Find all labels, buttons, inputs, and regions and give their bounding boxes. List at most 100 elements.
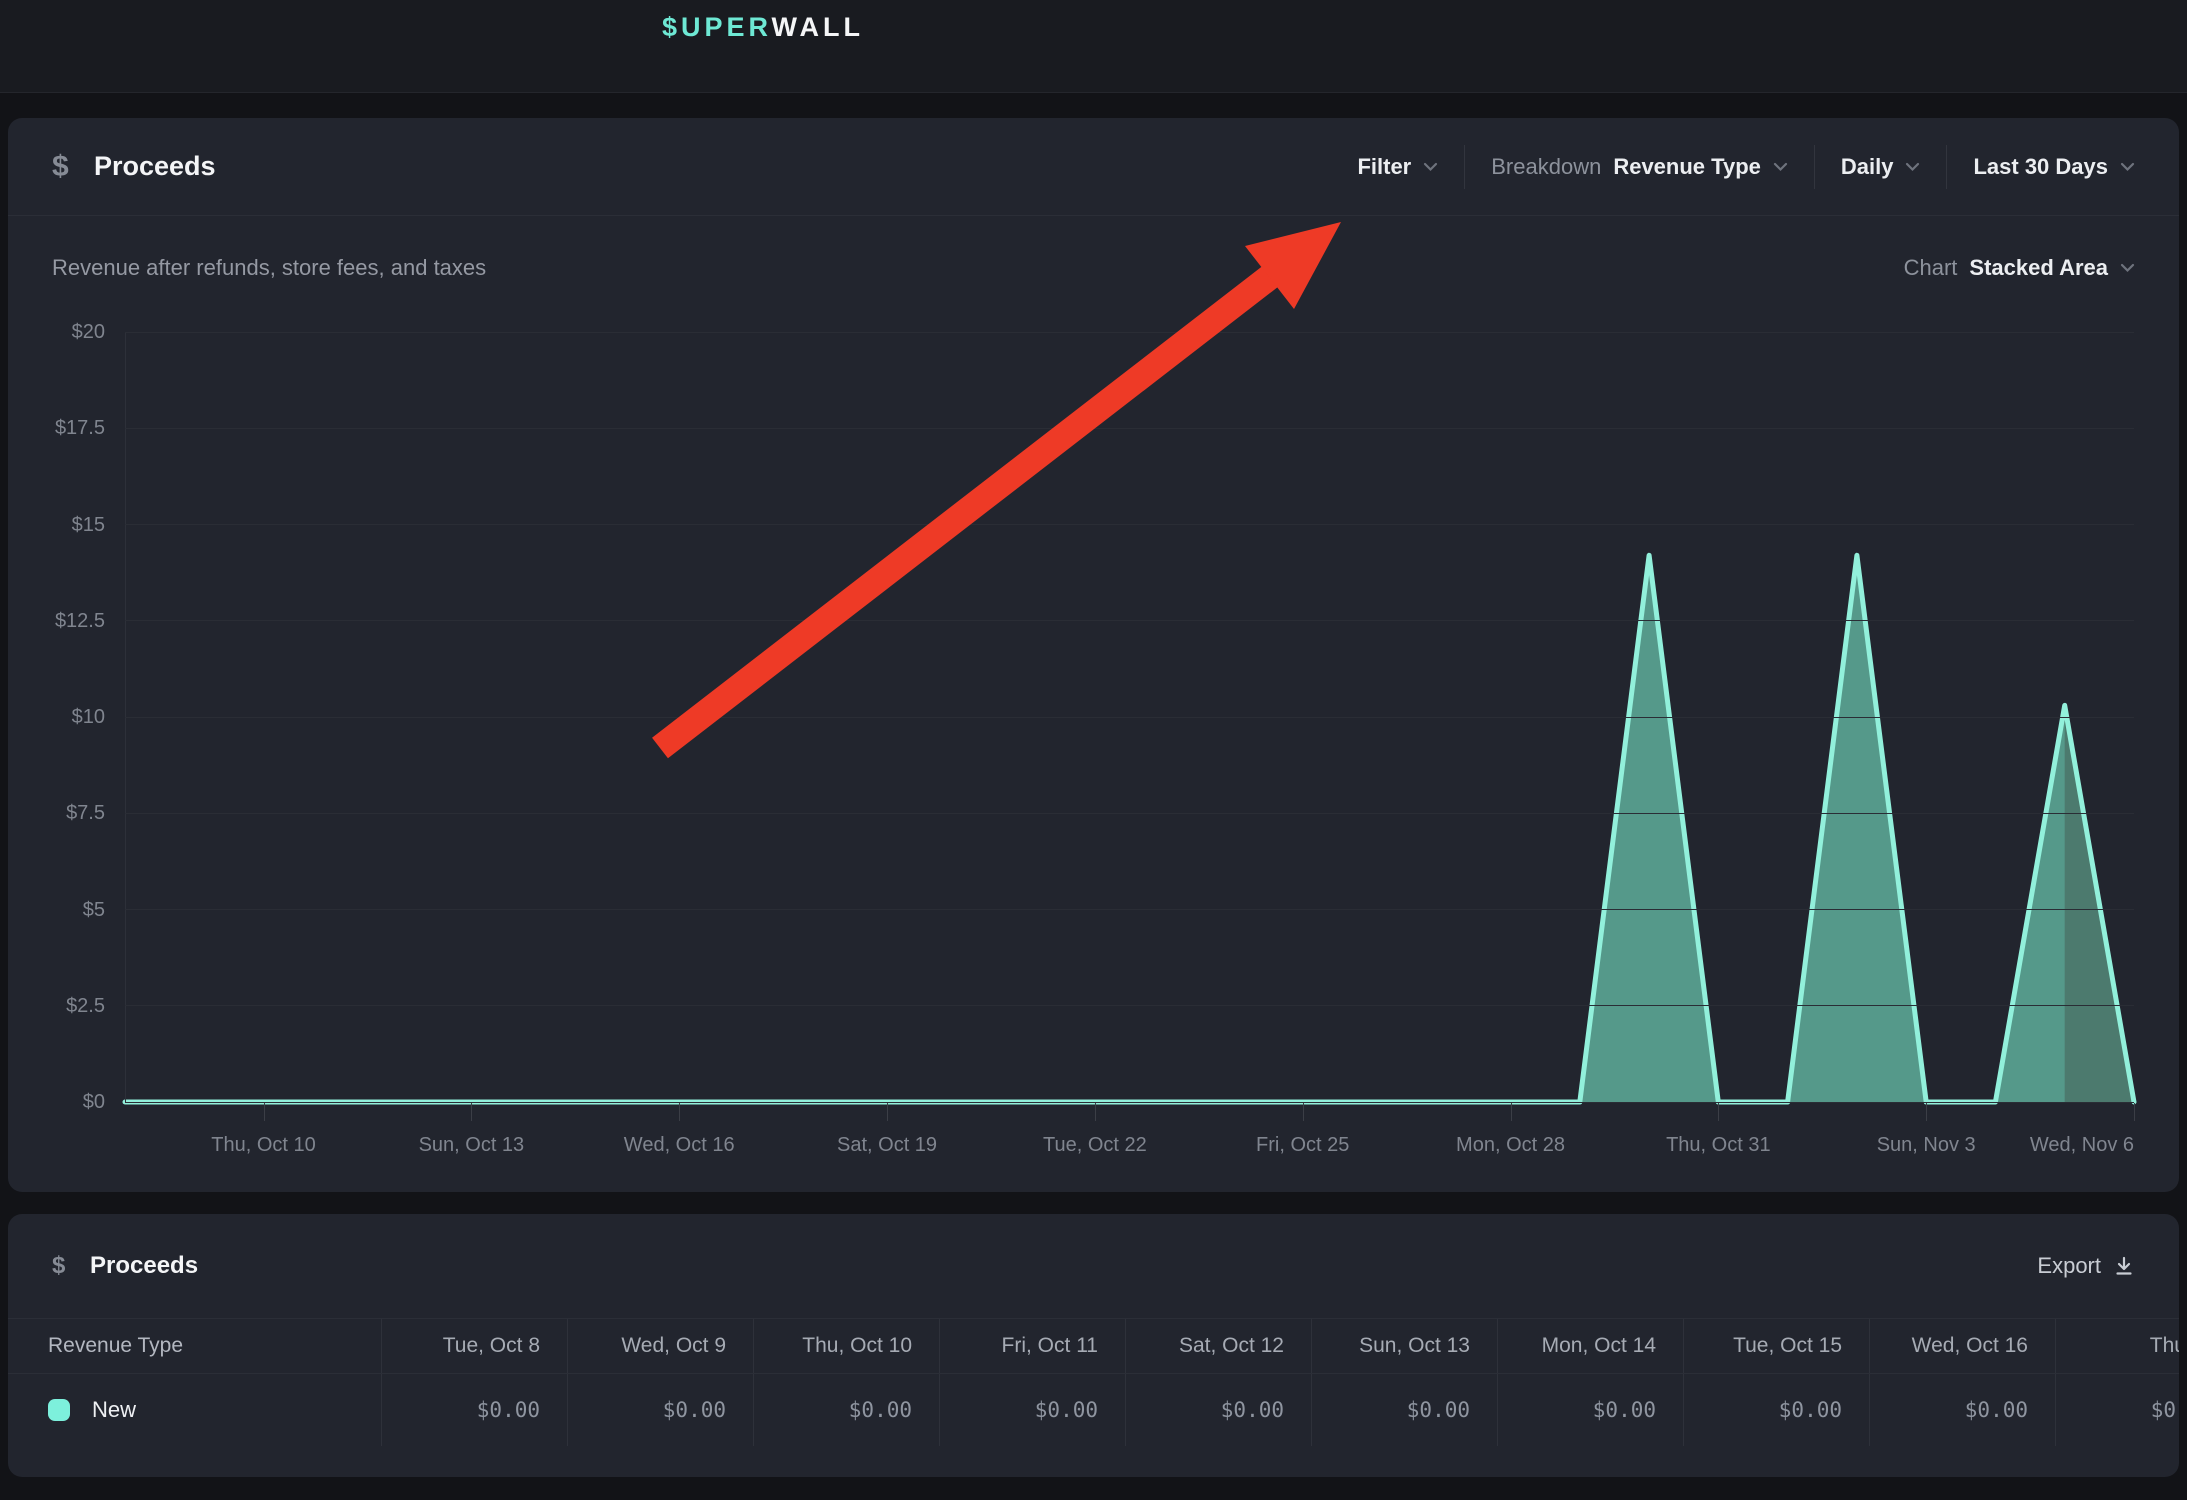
filter-button[interactable]: Filter (1331, 154, 1464, 180)
gridline (125, 813, 2134, 814)
gridline (125, 428, 2134, 429)
x-axis-tick (887, 1103, 888, 1121)
value-cell: $0.00 (1311, 1374, 1497, 1446)
x-axis-label: Thu, Oct 31 (1666, 1133, 1771, 1157)
logo-rest-text: WALL (772, 12, 864, 42)
series-cell: New (8, 1374, 381, 1446)
chevron-down-icon (1905, 162, 1920, 172)
y-axis-label: $17.5 (10, 416, 105, 440)
export-label: Export (2037, 1253, 2101, 1279)
x-axis-tick (264, 1103, 265, 1121)
superwall-logo: $UPERWALL (662, 12, 864, 43)
table-row: New$0.00$0.00$0.00$0.00$0.00$0.00$0.00$0… (8, 1373, 2179, 1446)
y-axis-label: $2.5 (10, 994, 105, 1018)
series-label: New (92, 1374, 136, 1446)
filter-label: Filter (1357, 154, 1411, 180)
table-header-revenue-type: Revenue Type (8, 1319, 381, 1373)
y-axis-label: $15 (10, 513, 105, 537)
x-axis-label: Fri, Oct 25 (1256, 1133, 1349, 1157)
table-header-row: Revenue TypeTue, Oct 8Wed, Oct 9Thu, Oct… (8, 1319, 2179, 1373)
x-axis-label: Sun, Oct 13 (419, 1133, 525, 1157)
chart-panel-header: $ Proceeds Filter Breakdown Revenue Type… (8, 118, 2179, 216)
x-axis-tick (1303, 1103, 1304, 1121)
table-header-date: Wed, Oct 9 (567, 1319, 753, 1373)
proceeds-table: Revenue TypeTue, Oct 8Wed, Oct 9Thu, Oct… (8, 1318, 2179, 1446)
chart-type-label: Chart (1904, 255, 1958, 281)
y-axis-label: $12.5 (10, 609, 105, 633)
chevron-down-icon (1423, 162, 1438, 172)
value-cell: $0.00 (1869, 1374, 2055, 1446)
table-header-date: Fri, Oct 11 (939, 1319, 1125, 1373)
gridline (125, 1102, 2134, 1103)
gridline (125, 1005, 2134, 1006)
interval-dropdown[interactable]: Daily (1815, 154, 1947, 180)
dollar-icon: $ (52, 1252, 90, 1280)
x-axis-label: Sun, Nov 3 (1877, 1133, 1976, 1157)
table-panel-title: Proceeds (90, 1252, 198, 1280)
value-cell: $0.00 (939, 1374, 1125, 1446)
series-swatch (48, 1399, 70, 1421)
x-axis-tick (679, 1103, 680, 1121)
x-axis-tick (1511, 1103, 1512, 1121)
logo-accent-text: $UPER (662, 12, 772, 42)
x-axis-label: Thu, Oct 10 (211, 1133, 316, 1157)
gridline (125, 717, 2134, 718)
gridline (125, 909, 2134, 910)
chart-panel-title: Proceeds (94, 151, 216, 182)
x-axis-label: Wed, Nov 6 (2030, 1133, 2134, 1157)
table-header-date: Mon, Oct 14 (1497, 1319, 1683, 1373)
chart-subtitle-row: Revenue after refunds, store fees, and t… (52, 250, 2135, 286)
table-panel-header: $ Proceeds Export (8, 1214, 2179, 1318)
x-axis-label: Mon, Oct 28 (1456, 1133, 1565, 1157)
table-header-date: Thu, Oct 10 (753, 1319, 939, 1373)
breakdown-dropdown[interactable]: Breakdown Revenue Type (1465, 154, 1814, 180)
chart-header-controls: Filter Breakdown Revenue Type Daily Last… (1331, 145, 2135, 189)
x-axis-tick (1718, 1103, 1719, 1121)
value-cell: $0.00 (1497, 1374, 1683, 1446)
y-axis-label: $7.5 (10, 801, 105, 825)
value-cell: $0.00 (2055, 1374, 2179, 1446)
chart-subtitle: Revenue after refunds, store fees, and t… (52, 255, 486, 281)
table-header-date: Sun, Oct 13 (1311, 1319, 1497, 1373)
gridline (125, 620, 2134, 621)
x-axis-tick (2134, 1103, 2135, 1121)
download-icon (2113, 1255, 2135, 1277)
x-axis-tick (471, 1103, 472, 1121)
table-header-date: Thu, O (2055, 1319, 2179, 1373)
dollar-icon: $ (52, 150, 94, 184)
value-cell: $0.00 (1125, 1374, 1311, 1446)
area-fill-new (125, 555, 2134, 1102)
breakdown-label: Breakdown (1491, 154, 1601, 180)
date-range-dropdown[interactable]: Last 30 Days (1947, 154, 2135, 180)
chevron-down-icon (1773, 162, 1788, 172)
chevron-down-icon (2120, 263, 2135, 273)
gridline (125, 524, 2134, 525)
gridline (125, 332, 2134, 333)
dashboard-screen: $UPERWALL $ Proceeds Filter Breakdown Re… (0, 0, 2187, 1500)
chart-type-value: Stacked Area (1969, 255, 2108, 281)
x-axis-tick (1926, 1103, 1927, 1121)
chevron-down-icon (2120, 162, 2135, 172)
date-range-value: Last 30 Days (1973, 154, 2108, 180)
export-button[interactable]: Export (2037, 1253, 2135, 1279)
breakdown-value: Revenue Type (1613, 154, 1761, 180)
x-axis-label: Tue, Oct 22 (1043, 1133, 1147, 1157)
y-axis-label: $5 (10, 898, 105, 922)
top-app-bar: $UPERWALL (0, 0, 2187, 93)
chart-type-dropdown[interactable]: Chart Stacked Area (1904, 255, 2135, 281)
table-header-date: Tue, Oct 15 (1683, 1319, 1869, 1373)
value-cell: $0.00 (381, 1374, 567, 1446)
table-header-date: Wed, Oct 16 (1869, 1319, 2055, 1373)
y-axis-label: $20 (10, 320, 105, 344)
proceeds-chart-panel: $ Proceeds Filter Breakdown Revenue Type… (8, 118, 2179, 1192)
proceeds-table-panel: $ Proceeds Export Revenue TypeTue, Oct 8… (8, 1214, 2179, 1477)
table-header-date: Sat, Oct 12 (1125, 1319, 1311, 1373)
value-cell: $0.00 (753, 1374, 939, 1446)
value-cell: $0.00 (567, 1374, 753, 1446)
interval-value: Daily (1841, 154, 1894, 180)
table-header-date: Tue, Oct 8 (381, 1319, 567, 1373)
x-axis-label: Wed, Oct 16 (624, 1133, 735, 1157)
x-axis-tick (1095, 1103, 1096, 1121)
y-axis-label: $0 (10, 1090, 105, 1114)
y-axis-label: $10 (10, 705, 105, 729)
